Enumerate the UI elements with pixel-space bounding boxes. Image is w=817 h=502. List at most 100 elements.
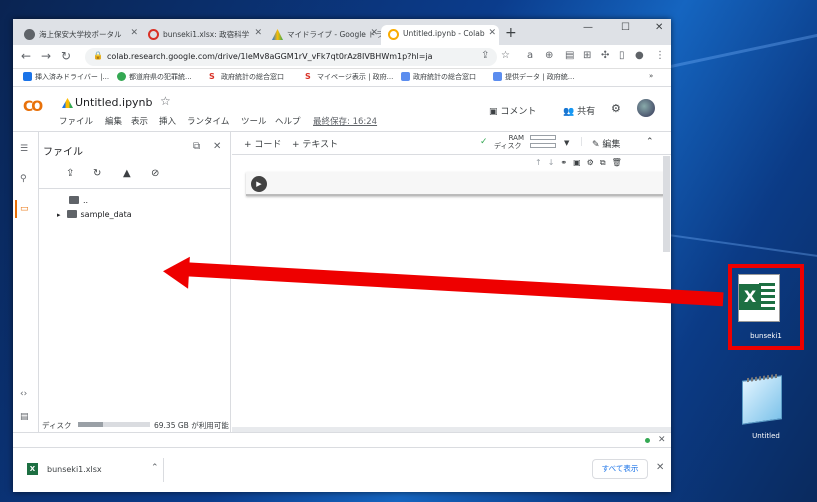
tab-colab[interactable]: Untitled.ipynb - Colab ✕	[381, 25, 499, 45]
code-cell[interactable]: ▶	[246, 172, 664, 196]
close-icon[interactable]: ✕	[254, 28, 262, 38]
trash-icon[interactable]: 🗑	[612, 158, 622, 167]
drive-icon	[62, 98, 73, 108]
play-icon[interactable]: ▶	[251, 176, 267, 192]
bookmarks-overflow-icon[interactable]: »	[649, 72, 653, 80]
disk-label: ディスク	[42, 421, 72, 430]
new-tab-button[interactable]: +	[505, 25, 517, 41]
menu-help[interactable]: ヘルプ	[275, 115, 301, 127]
red-arrow-head	[162, 255, 190, 289]
bookmark-item[interactable]: 挿入済みドライバー |...	[23, 72, 109, 82]
code-snippets-icon[interactable]: ‹›	[20, 389, 27, 399]
menu-view[interactable]: 表示	[131, 115, 148, 127]
mirror-icon[interactable]: ⧉	[600, 158, 606, 167]
puzzle-icon[interactable]: ✣	[601, 50, 609, 61]
last-saved[interactable]: 最終保存: 16:24	[313, 115, 377, 127]
tab-drive[interactable]: マイドライブ - Google ドラ ✕	[265, 25, 381, 45]
notebook-title[interactable]: Untitled.ipynb	[75, 96, 153, 109]
star-icon[interactable]: ☆	[160, 94, 171, 108]
bookmark-label: 提供データ | 政府統...	[505, 73, 575, 81]
gear-icon[interactable]: ⚙	[587, 158, 594, 167]
minimize-icon[interactable]: —	[583, 22, 593, 33]
download-item[interactable]: X bunseki1.xlsx ⌃	[19, 458, 164, 482]
resource-monitor[interactable]: RAM ディスク	[494, 134, 524, 150]
chevron-down-icon[interactable]: ▼	[564, 139, 569, 147]
left-rail: ☰ ⚲ ▭ ‹› ▤ ▣	[13, 132, 39, 444]
share-button[interactable]: 👥 共有	[563, 104, 595, 117]
open-in-tab-icon[interactable]: ⧉	[193, 141, 200, 152]
close-icon[interactable]: ✕	[488, 28, 496, 38]
comment-icon[interactable]: ▣	[573, 158, 581, 167]
close-icon[interactable]: ✕	[656, 462, 664, 473]
move-up-icon[interactable]: ↑	[535, 158, 542, 167]
notepad-label[interactable]: Untitled	[734, 432, 798, 440]
menu-tools[interactable]: ツール	[241, 115, 267, 127]
move-down-icon[interactable]: ↓	[548, 158, 555, 167]
scrollbar[interactable]	[663, 156, 670, 252]
globe-icon	[24, 29, 35, 40]
folder-row-sample-data[interactable]: ▸ sample_data	[57, 210, 132, 219]
chevron-right-icon[interactable]: ▸	[57, 211, 61, 219]
excel-file-label[interactable]: bunseki1	[734, 332, 798, 340]
tab-xlsx[interactable]: bunseki1.xlsx: 政宿科学 ✕	[141, 25, 265, 45]
back-icon[interactable]: ←	[21, 49, 31, 63]
refresh-folder-icon[interactable]: ↻	[93, 168, 101, 179]
add-code-button[interactable]: + コード	[244, 137, 281, 150]
notepad-icon[interactable]	[742, 373, 782, 425]
colab-logo[interactable]: CO	[23, 99, 43, 115]
close-icon[interactable]: ✕	[658, 435, 666, 445]
bookmark-item[interactable]: 提供データ | 政府統...	[493, 72, 574, 82]
command-palette-icon[interactable]: ▤	[20, 412, 29, 422]
search-icon[interactable]: ⚲	[20, 174, 27, 184]
menu-edit[interactable]: 編集	[105, 115, 122, 127]
bookmark-item[interactable]: 政府統計の総合窓口	[401, 72, 476, 82]
check-icon: ✓	[480, 137, 488, 147]
logo-text: CO	[23, 99, 43, 115]
maximize-icon[interactable]: ☐	[621, 22, 630, 33]
mount-drive-icon[interactable]: ▲	[123, 168, 131, 179]
translate-icon[interactable]: a	[527, 50, 533, 61]
menu-insert[interactable]: 挿入	[159, 115, 176, 127]
add-text-button[interactable]: + テキスト	[292, 137, 338, 150]
extension-icon[interactable]: ▤	[565, 50, 574, 61]
forward-icon[interactable]: →	[41, 49, 51, 63]
browser-window: 海上保安大学校ポータル ✕ bunseki1.xlsx: 政宿科学 ✕ マイドラ…	[13, 19, 671, 492]
sidepanel-icon[interactable]: ▯	[619, 50, 625, 61]
reload-icon[interactable]: ↻	[61, 49, 71, 63]
chevron-up-icon[interactable]: ⌃	[151, 463, 159, 473]
more-icon[interactable]: ⋮	[655, 50, 665, 61]
extension-icon[interactable]: ⊕	[545, 50, 553, 61]
bookmark-item[interactable]: S マイページ表示 | 政府...	[305, 72, 393, 82]
chevron-up-icon[interactable]: ⌃	[646, 137, 654, 147]
comment-button[interactable]: ▣ コメント	[489, 104, 536, 117]
link-icon[interactable]: ⚭	[560, 158, 567, 167]
colab-icon	[388, 29, 399, 40]
bookmark-item[interactable]: S 政府統計の総合窓口	[209, 72, 284, 82]
show-all-button[interactable]: すべて表示	[592, 459, 648, 479]
upload-icon[interactable]: ⇪	[66, 168, 74, 179]
extension-icon[interactable]: ⊞	[583, 50, 591, 61]
hide-files-icon[interactable]: ⊘	[151, 168, 159, 179]
tab-label: bunseki1.xlsx: 政宿科学	[163, 30, 250, 39]
tab-portal[interactable]: 海上保安大学校ポータル ✕	[17, 25, 141, 45]
profile-icon[interactable]: ●	[635, 50, 644, 61]
bookmark-item[interactable]: 都道府県の犯罪統...	[117, 72, 192, 82]
close-icon[interactable]: ✕	[370, 28, 378, 38]
menu-runtime[interactable]: ランタイム	[187, 115, 229, 127]
toc-icon[interactable]: ☰	[20, 144, 28, 154]
menu-file[interactable]: ファイル	[59, 115, 93, 127]
share-icon[interactable]: ⇪	[481, 50, 489, 61]
parent-dir-row[interactable]: ..	[69, 196, 88, 205]
folder-icon	[66, 210, 77, 218]
close-icon[interactable]: ✕	[213, 141, 221, 152]
close-icon[interactable]: ✕	[130, 28, 138, 38]
edit-button[interactable]: ✎ 編集	[592, 137, 620, 150]
excel-file-icon: X	[27, 463, 38, 475]
divider	[39, 188, 231, 189]
gear-icon[interactable]: ⚙	[611, 102, 621, 115]
bookmark-star-icon[interactable]: ☆	[501, 50, 510, 61]
avatar[interactable]	[637, 99, 655, 117]
folder-icon[interactable]: ▭	[20, 204, 29, 214]
close-window-icon[interactable]: ✕	[655, 22, 663, 33]
url-bar[interactable]: 🔒 colab.research.google.com/drive/1leMv8…	[85, 48, 497, 66]
